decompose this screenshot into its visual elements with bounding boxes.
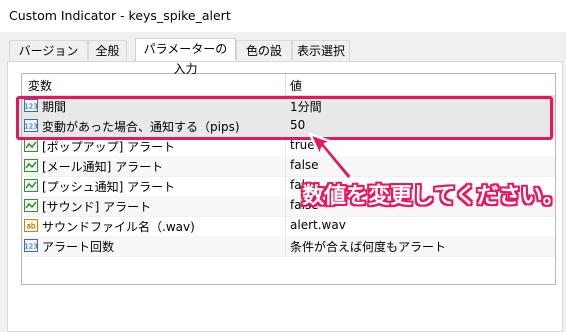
param-name: サウンドファイル名（.wav) [42, 220, 195, 234]
param-value[interactable]: alert.wav [290, 218, 346, 232]
window-title: Custom Indicator - keys_spike_alert [9, 8, 231, 23]
column-separator [285, 216, 286, 236]
annotation-arrow-icon [308, 132, 354, 182]
annotation-callout: 数値を変更してください。 [302, 184, 565, 209]
bool-icon [24, 179, 38, 192]
param-name: [メール通知] アラート [42, 160, 164, 174]
bool-icon [24, 159, 38, 172]
table-row[interactable]: [メール通知] アラート false [22, 156, 555, 177]
table-row[interactable]: 123 アラート回数 条件が合えば何度もアラート [22, 236, 555, 257]
title-bar: Custom Indicator - keys_spike_alert [0, 0, 566, 32]
header-separator[interactable] [285, 74, 286, 95]
string-icon: ab [24, 219, 38, 232]
param-name: [プッシュ通知] アラート [42, 180, 176, 194]
header-value[interactable]: 値 [290, 77, 302, 94]
tab-parameters[interactable]: パラメーターの入力 [135, 38, 236, 76]
param-name: [サウンド] アラート [42, 200, 152, 214]
svg-text:123: 123 [24, 243, 37, 251]
bool-icon [24, 199, 38, 212]
param-name: [ポップアップ] アラート [42, 140, 176, 154]
tab-strip: バージョン情報 全般 パラメーターの入力 色の設定 表示選択 [0, 38, 566, 78]
svg-text:ab: ab [26, 222, 36, 231]
bool-icon [24, 139, 38, 152]
tab-version-info[interactable]: バージョン情報 [9, 40, 88, 78]
tab-general[interactable]: 全般 [88, 40, 127, 60]
column-separator [285, 156, 286, 176]
column-separator [285, 176, 286, 196]
tab-colors[interactable]: 色の設定 [236, 40, 292, 78]
table-row[interactable]: ab サウンドファイル名（.wav) alert.wav [22, 216, 555, 237]
column-separator [285, 236, 286, 256]
header-variable[interactable]: 変数 [28, 77, 52, 94]
param-name: アラート回数 [42, 240, 115, 254]
grid-header: 変数 値 [22, 74, 555, 96]
number-icon: 123 [24, 239, 38, 252]
tab-display-select[interactable]: 表示選択 [292, 40, 350, 60]
column-separator [285, 196, 286, 216]
param-value[interactable]: 条件が合えば何度もアラート [290, 238, 446, 255]
highlight-box [16, 96, 553, 140]
